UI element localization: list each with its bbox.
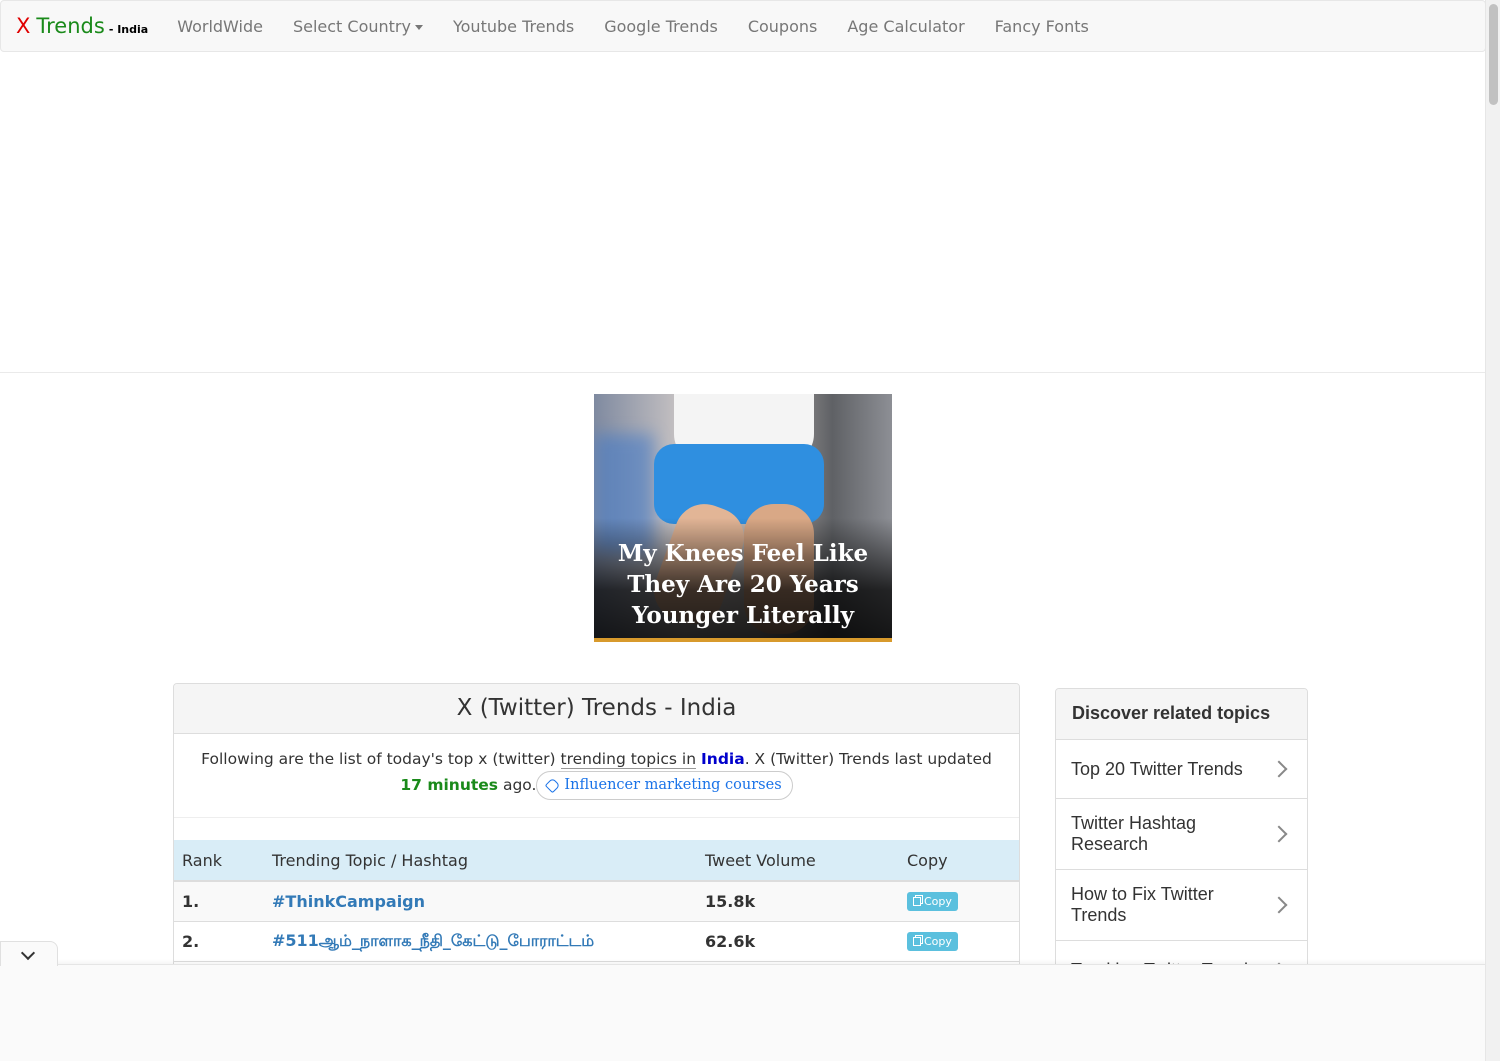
nav-google-trends[interactable]: Google Trends [589,17,733,36]
sidebar-title: Discover related topics [1056,689,1307,740]
col-rank: Rank [174,840,264,882]
copy-icon [913,937,921,946]
nav-fancy-fonts[interactable]: Fancy Fonts [980,17,1104,36]
sidebar-item-label: Twitter Hashtag Research [1071,813,1197,854]
ad-banner[interactable]: My Knees Feel Like They Are 20 Years You… [594,394,892,642]
col-copy: Copy [899,840,1019,882]
intro-suffix: ago. [498,776,537,794]
topic-link[interactable]: #511ஆம்_நாளாக_நீதி_கேட்டு_போராட்டம் [272,931,594,950]
sidebar-item-hashtag-research[interactable]: Twitter Hashtag Research [1056,799,1307,870]
copy-label: Copy [924,935,952,948]
copy-label: Copy [924,895,952,909]
copy-button[interactable]: Copy [907,892,958,912]
intro-text: Following are the list of today's top x … [174,734,1019,818]
updated-time: 17 minutes [400,776,499,794]
volume-cell: 15.8k [697,881,899,922]
nav-coupons[interactable]: Coupons [733,17,833,36]
topic-link[interactable]: #ThinkCampaign [272,892,425,911]
sidebar-item-fix-trends[interactable]: How to Fix Twitter Trends [1056,870,1307,941]
top-ad-space [0,52,1486,373]
rank-cell: 1. [174,881,264,922]
chevron-down-icon [20,945,36,961]
brand-country: - India [108,23,149,36]
trends-table: Rank Trending Topic / Hashtag Tweet Volu… [174,840,1019,962]
collapse-ad-button[interactable] [0,941,58,966]
nav-age-calculator[interactable]: Age Calculator [832,17,979,36]
page-title: X (Twitter) Trends - India [174,684,1019,734]
table-row: 1. #ThinkCampaign 15.8k Copy [174,881,1019,922]
nav-worldwide[interactable]: WorldWide [162,17,278,36]
bottom-ad-bar [0,964,1486,1061]
col-volume: Tweet Volume [697,840,899,882]
intro-link[interactable]: trending topics in [560,750,697,769]
ad-chip-link[interactable]: Influencer marketing courses [536,771,793,800]
trends-panel: X (Twitter) Trends - India Following are… [173,683,1020,983]
chevron-right-icon [1270,896,1288,914]
sidebar-item-label: How to Fix Twitter Trends [1071,884,1214,925]
chevron-right-icon [1270,825,1288,843]
site-logo[interactable]: X Trends - India [1,14,148,38]
scrollbar-thumb[interactable] [1489,4,1498,105]
rank-cell: 2. [174,921,264,962]
col-topic: Trending Topic / Hashtag [264,840,697,882]
caret-down-icon [414,24,423,30]
brand-x: X [16,14,31,38]
nav-select-country-label: Select Country [292,16,411,36]
copy-button[interactable]: Copy [907,932,958,951]
ad-caption: My Knees Feel Like They Are 20 Years You… [617,540,869,629]
intro-prefix: Following are the list of today's top x … [201,750,561,768]
related-topics-sidebar: Discover related topics Top 20 Twitter T… [1055,688,1308,978]
sidebar-item-top-20[interactable]: Top 20 Twitter Trends [1056,740,1307,799]
intro-mid: . X (Twitter) Trends last updated [744,750,992,768]
chevron-right-icon [1270,760,1288,778]
page-scrollbar[interactable] [1485,0,1500,1061]
nav-youtube-trends[interactable]: Youtube Trends [438,17,589,36]
country-name[interactable]: India [701,750,745,768]
brand-trends: Trends [36,14,105,38]
table-row: 2. #511ஆம்_நாளாக_நீதி_கேட்டு_போராட்டம் 6… [174,921,1019,962]
ad-chip-label: Influencer marketing courses [564,777,782,793]
top-navbar: X Trends - India WorldWide Select Countr… [0,0,1486,52]
copy-icon [913,897,921,907]
tag-icon [545,777,561,794]
sidebar-item-label: Top 20 Twitter Trends [1071,758,1243,779]
nav-select-country[interactable]: Select Country [278,17,438,36]
volume-cell: 62.6k [697,921,899,962]
